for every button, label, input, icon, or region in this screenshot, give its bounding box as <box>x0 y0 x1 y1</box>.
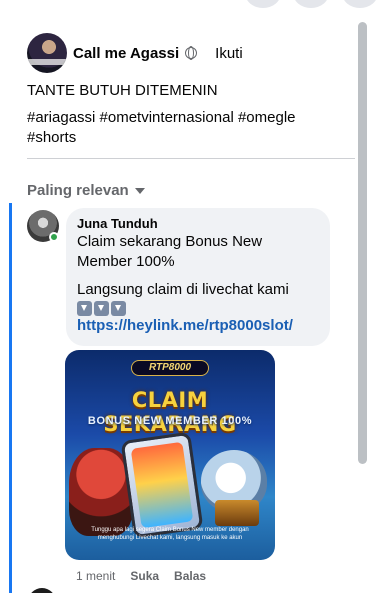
online-status-dot <box>49 232 59 242</box>
comment-bubble: Juna Tunduh Claim sekarang Bonus New Mem… <box>66 208 330 346</box>
chevron-down-icon <box>134 187 145 194</box>
comment-actions: 1 menit Suka Balas <box>76 569 206 583</box>
down-arrow-emoji-icon <box>77 301 92 316</box>
emoji-row <box>77 301 319 316</box>
author-avatar[interactable] <box>27 33 67 73</box>
promo-title: CLAIM SEKARANG <box>103 388 237 436</box>
follow-button[interactable]: Ikuti <box>215 45 243 62</box>
treasure-chest-illustration <box>215 500 259 526</box>
comment-line-1: Claim sekarang Bonus New Member 100% <box>77 233 263 270</box>
post-hashtags[interactable]: #ariagassi #ometvinternasional #omegle #… <box>27 108 337 148</box>
commenter-name[interactable]: Juna Tunduh <box>77 216 319 232</box>
phone-illustration <box>120 431 204 539</box>
author-name[interactable]: Call me Agassi <box>73 45 179 62</box>
comment-highlight-bar <box>9 203 12 593</box>
divider <box>27 158 355 159</box>
comment-link[interactable]: https://heylink.me/rtp8000slot/ <box>77 316 319 336</box>
comment-sort-dropdown[interactable]: Paling relevan <box>27 182 145 199</box>
comment-attached-image[interactable]: RTP8000 CLAIM SEKARANG BONUS NEW MEMBER … <box>65 350 275 560</box>
top-action-button-2[interactable] <box>293 0 329 8</box>
top-action-button-3[interactable] <box>342 0 378 8</box>
comment-timestamp[interactable]: 1 menit <box>76 569 115 583</box>
like-button[interactable]: Suka <box>130 569 159 583</box>
promo-caption: Tunggu apa lagi segera Claim Bonus New m… <box>91 527 249 541</box>
down-arrow-emoji-icon <box>111 301 126 316</box>
promo-subtitle: BONUS NEW MEMBER 100% <box>87 415 253 427</box>
comment-sort-label: Paling relevan <box>27 182 129 199</box>
post-header: Call me Agassi Ikuti <box>27 33 243 73</box>
promo-logo: RTP8000 <box>131 360 209 376</box>
next-commenter-avatar[interactable] <box>28 588 56 593</box>
scrollbar[interactable] <box>358 10 368 593</box>
reply-button[interactable]: Balas <box>174 569 206 583</box>
top-action-button-1[interactable] <box>245 0 281 8</box>
post-text: TANTE BUTUH DITEMENIN <box>27 82 218 99</box>
comment-line-2: Langsung claim di livechat kami <box>77 281 289 298</box>
globe-icon <box>185 46 198 61</box>
scrollbar-thumb[interactable] <box>358 22 367 464</box>
down-arrow-emoji-icon <box>94 301 109 316</box>
